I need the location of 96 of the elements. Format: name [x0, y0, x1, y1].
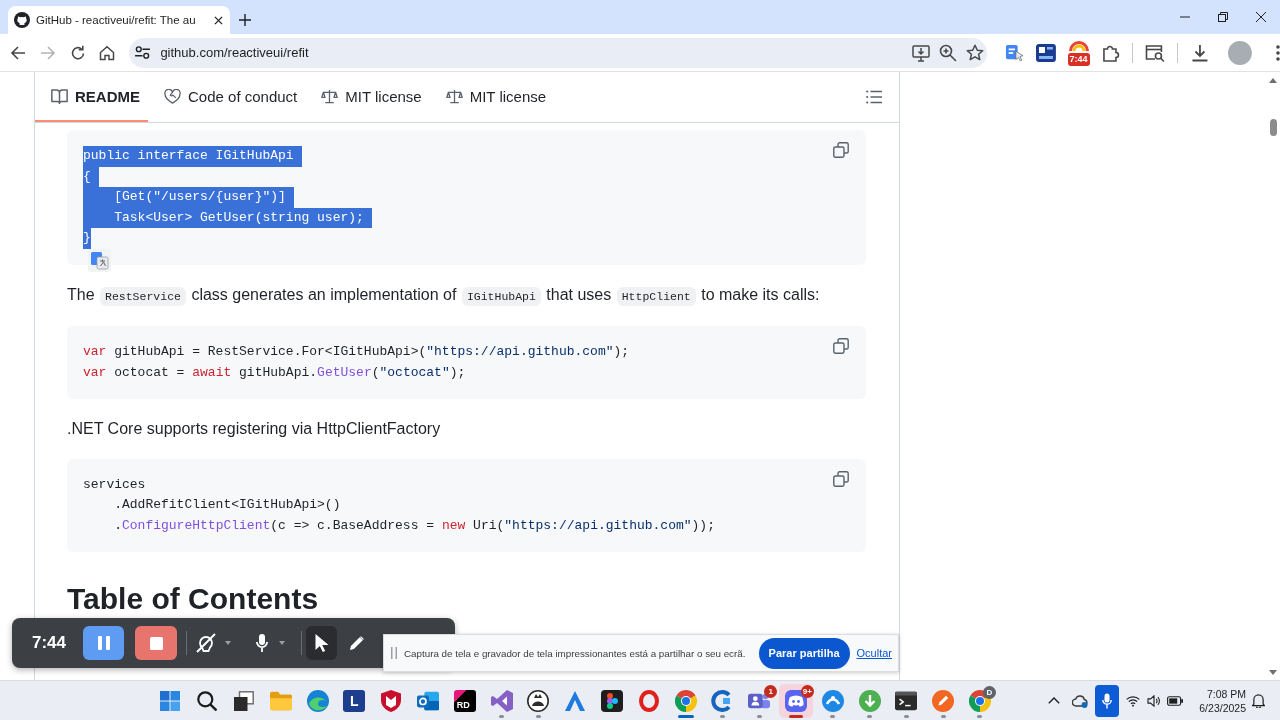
microphone-button[interactable]: [1095, 684, 1119, 717]
restore-icon[interactable]: [1218, 12, 1228, 22]
segmented-circle-icon[interactable]: [968, 689, 991, 712]
book-icon: [51, 88, 68, 104]
ring-icon[interactable]: [637, 689, 660, 712]
pencil-circle-icon[interactable]: [932, 689, 955, 712]
paragraph: .NET Core supports registering via HttpClientFactory: [67, 419, 442, 439]
home-icon[interactable]: [99, 44, 116, 61]
hide-link[interactable]: Ocultar: [856, 647, 892, 659]
notification-badge: 9+: [800, 684, 814, 698]
reload-icon[interactable]: [69, 44, 86, 61]
translate-icon[interactable]: [88, 248, 111, 272]
terminal-icon[interactable]: [895, 689, 918, 712]
section-heading: Table of Contents: [67, 581, 320, 617]
readme-tab[interactable]: MIT license: [429, 72, 555, 122]
recording-timer: 7:44: [32, 633, 67, 653]
letter-tile[interactable]: RD: [453, 689, 476, 712]
stop-button[interactable]: [135, 626, 178, 660]
segmented-circle-icon[interactable]: [674, 689, 697, 712]
tab-title: GitHub - reactiveui/refit: The au: [36, 14, 196, 26]
copy-icon[interactable]: [833, 142, 849, 158]
readme-tab[interactable]: README: [35, 72, 148, 122]
camera-off-icon[interactable]: [196, 633, 217, 653]
arrow-circle-icon[interactable]: [858, 689, 881, 712]
orb-icon[interactable]: [821, 689, 844, 712]
overlapping-windows-icon[interactable]: [234, 690, 254, 711]
copy-icon[interactable]: [833, 470, 849, 487]
close-icon[interactable]: [1256, 12, 1266, 22]
battery-icon[interactable]: [1167, 695, 1183, 706]
plus-icon[interactable]: [239, 14, 251, 26]
code-line: .ConfigureHttpClient(c => c.BaseAddress = new Uri("https://api.github.com"));: [113, 516, 715, 535]
cursor-icon: [314, 634, 329, 652]
microphone-icon: [1102, 692, 1112, 709]
zoom-icon[interactable]: [938, 43, 957, 62]
notification-badge: 1: [764, 684, 778, 698]
tab-search-icon[interactable]: [1145, 43, 1166, 62]
peak-icon[interactable]: [565, 690, 586, 711]
scroll-down-arrow-icon[interactable]: [1269, 670, 1277, 675]
profile-badge: D: [982, 685, 996, 699]
wifi-icon[interactable]: [1126, 694, 1140, 707]
caret-icon[interactable]: [225, 641, 232, 645]
scale-icon: [445, 88, 463, 104]
clock-time[interactable]: 7:08 PM: [1206, 686, 1246, 701]
mail-icon[interactable]: [416, 689, 439, 712]
timer-badge: 7:44: [1067, 52, 1090, 66]
pause-button[interactable]: [83, 626, 125, 660]
scroll-up-arrow-icon[interactable]: [1269, 78, 1277, 83]
arch-icon[interactable]: [1068, 39, 1089, 51]
clock-date[interactable]: 6/23/2025: [1199, 700, 1246, 715]
drag-handle-icon[interactable]: [391, 647, 397, 659]
readme-tab[interactable]: Code of conduct: [148, 72, 306, 122]
speaker-icon[interactable]: [1147, 694, 1161, 707]
microphone-icon[interactable]: [256, 634, 269, 652]
stop-icon: [149, 636, 163, 650]
chevron-up-icon[interactable]: [1048, 697, 1060, 704]
copy-icon[interactable]: [833, 338, 849, 354]
mascot-icon[interactable]: [527, 689, 550, 712]
pause-icon: [97, 636, 110, 650]
code-line: var gitHubApi = RestService.For<IGitHubApi>("https://api.github.com");: [83, 343, 630, 361]
readme-tab[interactable]: MIT license: [305, 72, 430, 122]
address-bar[interactable]: github.com/reactiveui/refit: [129, 37, 987, 68]
browser-tab[interactable]: GitHub - reactiveui/refit: The au: [8, 6, 230, 34]
code-line: var octocat = await gitHubApi.GetUser("octocat");: [83, 363, 466, 382]
code-line: .AddRefitClient<IGitHubApi>(): [113, 496, 341, 514]
puzzle-icon[interactable]: [1100, 43, 1121, 62]
four-squares-icon[interactable]: [160, 690, 181, 711]
stop-sharing-button[interactable]: Parar partilha: [758, 637, 850, 669]
card-icon[interactable]: [1035, 43, 1056, 62]
shapes-tile-icon[interactable]: [600, 689, 623, 712]
pointer-tool-button[interactable]: [306, 626, 338, 660]
close-icon[interactable]: [214, 15, 223, 25]
swirl-icon[interactable]: [306, 689, 329, 712]
caret-icon[interactable]: [279, 641, 286, 645]
cloud-icon[interactable]: [1072, 693, 1088, 708]
list-icon[interactable]: [866, 90, 882, 104]
sharing-message: Captura de tela e gravador de tela impressionantes está a partilhar o seu ecrã.: [404, 647, 746, 659]
tune-icon[interactable]: [135, 46, 151, 59]
scrollbar-thumb[interactable]: [1269, 119, 1277, 136]
scale-icon: [321, 88, 339, 104]
monitor-download-icon[interactable]: [911, 43, 930, 62]
taskbar-button[interactable]: 9+: [778, 683, 813, 718]
translate-icon[interactable]: [1004, 43, 1025, 62]
heart-icon: [164, 88, 181, 104]
shield-icon[interactable]: [380, 689, 403, 712]
kebab-menu-icon[interactable]: [1276, 44, 1280, 61]
letter-tile[interactable]: L: [343, 689, 366, 712]
paragraph: The RestService class generates an implementation of IGitHubApi that uses HttpClient to make its calls:: [67, 282, 866, 309]
code-line: services: [83, 475, 146, 494]
ribbon-icon[interactable]: [490, 689, 513, 712]
search-icon[interactable]: [197, 690, 218, 711]
url-text: github.com/reactiveui/refit: [160, 45, 309, 60]
pencil-icon: [349, 634, 364, 652]
star-icon[interactable]: [965, 43, 984, 62]
back-arrow-icon[interactable]: [9, 44, 26, 61]
cat-silhouette-icon: [14, 12, 30, 28]
notification-bell-icon[interactable]: [1252, 693, 1265, 708]
